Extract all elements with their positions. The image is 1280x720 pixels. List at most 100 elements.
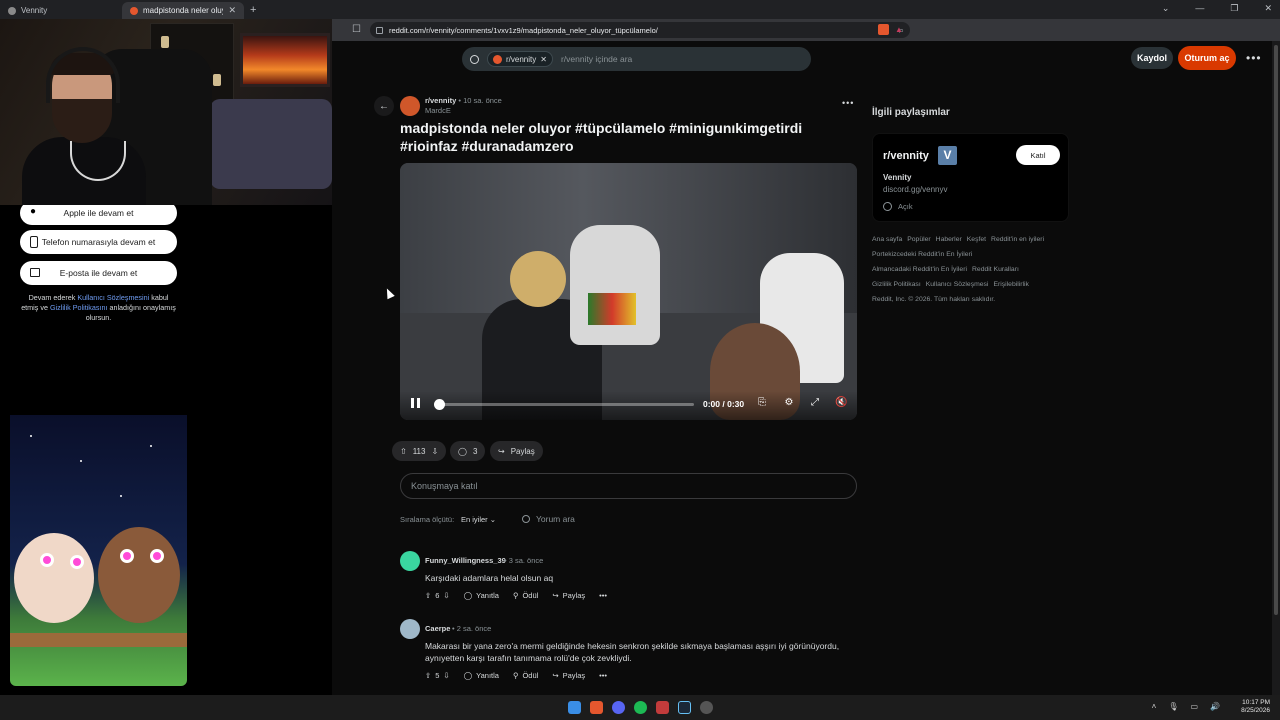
footer-link[interactable]: Almancadaki Reddit'in En İyileri xyxy=(872,266,967,273)
footer-link[interactable]: Erişilebilirlik xyxy=(993,281,1029,288)
maximize-button[interactable]: ❐ xyxy=(1230,3,1238,14)
close-window-button[interactable]: ✕ xyxy=(1264,3,1272,14)
microphone-icon[interactable]: 🎙 xyxy=(1168,702,1178,711)
tab-search-icon[interactable]: ⌄ xyxy=(1162,3,1170,14)
windows-start-icon[interactable] xyxy=(568,701,581,714)
comment-share-button[interactable]: ↪ Paylaş xyxy=(552,671,585,680)
taskbar-clock[interactable]: 10:17 PM 8/25/2026 xyxy=(1241,699,1270,715)
email-login-label: E-posta ile devam et xyxy=(59,268,138,278)
fullscreen-icon[interactable]: ⤢ xyxy=(809,397,821,409)
comment-author[interactable]: Caerpe xyxy=(425,624,450,633)
post-overflow-icon[interactable]: ••• xyxy=(842,98,854,108)
login-button[interactable]: Oturum aç xyxy=(1178,46,1236,70)
webcam-overlay xyxy=(0,19,332,205)
footer-link[interactable]: Ana sayfa xyxy=(872,236,902,243)
share-button[interactable]: ↪ Paylaş xyxy=(490,441,543,461)
back-button[interactable]: ← xyxy=(374,96,394,116)
bookmark-icon[interactable]: ☐ xyxy=(352,24,361,35)
subreddit-avatar[interactable] xyxy=(400,96,420,116)
monitor-icon[interactable]: ▭ xyxy=(1190,702,1198,711)
pause-icon[interactable] xyxy=(411,398,420,408)
minimize-button[interactable]: — xyxy=(1195,3,1204,14)
comments-button[interactable]: ◯ 3 xyxy=(450,441,486,461)
reply-button[interactable]: ◯ Yanıtla xyxy=(464,591,499,600)
comment-search[interactable]: Yorum ara xyxy=(512,508,588,530)
footer-link[interactable]: Kullanıcı Sözleşmesi xyxy=(926,281,989,288)
browser-tab-reddit-post[interactable]: madpistonda neler oluyor #tüpc ✕ xyxy=(122,2,244,19)
upvote-icon[interactable]: ⇧ xyxy=(425,591,431,600)
media-app-icon[interactable] xyxy=(656,701,669,714)
post-video[interactable] xyxy=(400,163,857,420)
signup-button[interactable]: Kaydol xyxy=(1131,47,1173,69)
comment-vote-count: 5 xyxy=(435,671,440,680)
footer-link[interactable]: Reddit'in en iyileri xyxy=(991,236,1044,243)
volume-icon[interactable]: 🔊 xyxy=(1210,702,1220,711)
phone-icon xyxy=(30,236,38,248)
search-scope-chip[interactable]: r/vennity ✕ xyxy=(487,51,553,67)
downvote-icon[interactable]: ⇩ xyxy=(431,447,438,456)
vote-count: 113 xyxy=(412,446,426,456)
reply-button[interactable]: ◯ Yanıtla xyxy=(464,671,499,680)
footer-link[interactable]: Haberler xyxy=(936,236,962,243)
captions-icon[interactable]: ⎘ xyxy=(756,397,768,409)
tab-close-icon[interactable]: ✕ xyxy=(228,5,236,16)
comment-author[interactable]: Funny_Willingness_39 xyxy=(425,556,506,565)
comment-input[interactable]: Konuşmaya katıl xyxy=(400,473,857,499)
footer-link[interactable]: Keşfet xyxy=(967,236,986,243)
related-posts-title: İlgili paylaşımlar xyxy=(872,107,950,118)
comment-avatar[interactable] xyxy=(400,551,420,571)
new-tab-button[interactable]: + xyxy=(250,4,256,16)
promo-illustration xyxy=(10,415,187,686)
comment-more-icon[interactable]: ••• xyxy=(599,591,607,600)
chevron-up-icon[interactable]: ˄ xyxy=(1152,702,1157,711)
email-login-button[interactable]: E-posta ile devam et xyxy=(20,261,177,285)
login-panel: ● Apple ile devam et Telefon numarasıyla… xyxy=(0,201,197,695)
brave-browser-icon[interactable] xyxy=(590,701,603,714)
footer-link[interactable]: Popüler xyxy=(907,236,930,243)
share-arrow-icon: ↪ xyxy=(498,446,505,456)
award-button[interactable]: ⚲ Ödül xyxy=(513,591,538,600)
video-progress-bar[interactable] xyxy=(434,399,694,410)
browser-tab-vennity[interactable]: Vennity xyxy=(0,2,122,19)
privacy-link[interactable]: Gizlilik Politikasını xyxy=(50,303,108,312)
spotify-icon[interactable] xyxy=(634,701,647,714)
post-subreddit-link[interactable]: r/vennity xyxy=(425,96,456,105)
comment-more-icon[interactable]: ••• xyxy=(599,671,607,680)
window-controls: ⌄ — ❐ ✕ xyxy=(1162,3,1272,14)
footer-link[interactable]: Portekizcedeki Reddit'in En İyileri xyxy=(872,251,972,258)
more-options-icon[interactable]: ••• xyxy=(1246,51,1262,65)
brave-shields-icon[interactable] xyxy=(878,24,889,35)
post-author[interactable]: MardcE xyxy=(425,106,502,116)
comment-avatar[interactable] xyxy=(400,619,420,639)
card-subreddit-name[interactable]: r/vennity xyxy=(883,150,929,162)
downvote-icon[interactable]: ⇩ xyxy=(443,671,449,680)
downvote-icon[interactable]: ⇩ xyxy=(443,591,449,600)
omnibox[interactable]: reddit.com/r/vennity/comments/1vxv1z9/ma… xyxy=(370,22,910,38)
page-scrollbar[interactable] xyxy=(1272,41,1280,695)
video-progress-knob[interactable] xyxy=(434,399,445,410)
comment-body: Karşıdaki adamlara helal olsun aq xyxy=(425,573,554,583)
webcam-sofa xyxy=(210,99,332,189)
card-link[interactable]: discord.gg/vennyv xyxy=(883,185,947,194)
phone-login-button[interactable]: Telefon numarasıyla devam et xyxy=(20,230,177,254)
comment-share-button[interactable]: ↪ Paylaş xyxy=(552,591,585,600)
discord-icon[interactable] xyxy=(612,701,625,714)
site-info-icon[interactable] xyxy=(376,26,383,34)
mute-icon[interactable]: 🔇 xyxy=(835,397,847,409)
footer-link[interactable]: Reddit Kuralları xyxy=(972,266,1019,273)
brave-rewards-icon[interactable]: ▲ xyxy=(895,25,905,35)
sort-dropdown[interactable]: En iyiler ⌄ xyxy=(461,515,496,524)
settings-gear-icon[interactable]: ⚙ xyxy=(783,397,795,409)
award-button[interactable]: ⚲ Ödül xyxy=(513,671,538,680)
scrollbar-thumb[interactable] xyxy=(1274,45,1278,615)
remove-scope-icon[interactable]: ✕ xyxy=(540,55,547,64)
search-placeholder: r/vennity içinde ara xyxy=(560,54,633,64)
terms-link[interactable]: Kullanıcı Sözleşmesini xyxy=(77,293,149,302)
join-button[interactable]: Katıl xyxy=(1016,145,1060,165)
steam-icon[interactable] xyxy=(678,701,691,714)
footer-link[interactable]: Gizlilik Politikası xyxy=(872,281,921,288)
subreddit-search[interactable]: r/vennity ✕ r/vennity içinde ara xyxy=(462,47,811,71)
upvote-icon[interactable]: ⇧ xyxy=(400,447,407,456)
upvote-icon[interactable]: ⇧ xyxy=(425,671,431,680)
app-icon[interactable] xyxy=(700,701,713,714)
